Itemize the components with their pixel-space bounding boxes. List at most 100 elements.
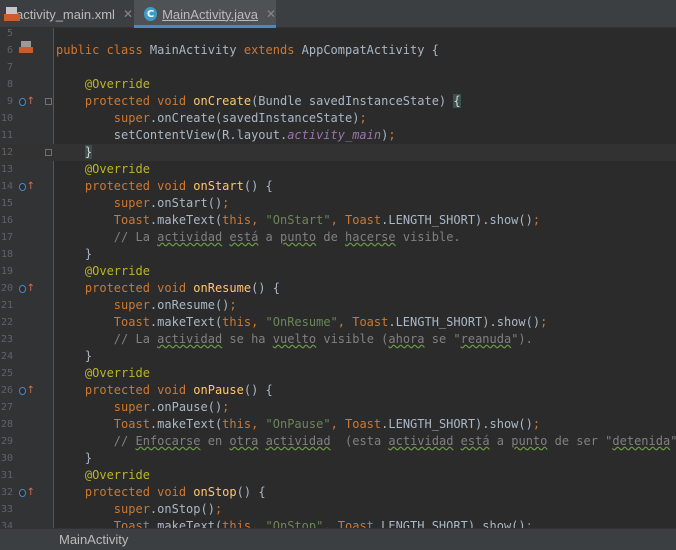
code-text: // La actividad se ha vuelto visible (ah…: [56, 332, 533, 346]
code-line[interactable]: 7: [0, 59, 676, 76]
code-text: super.onStart();: [113, 196, 230, 210]
line-number: 19: [0, 266, 13, 277]
override-method-icon[interactable]: ↑: [19, 95, 35, 109]
line-number: 31: [0, 470, 13, 481]
line-number: 24: [0, 351, 13, 362]
line-number: 34: [0, 521, 13, 528]
code-line[interactable]: 5: [0, 28, 676, 42]
code-line[interactable]: 10 super.onCreate(savedInstanceState);: [0, 110, 676, 127]
code-line[interactable]: 30 }: [0, 450, 676, 467]
line-number: 28: [0, 419, 13, 430]
code-line[interactable]: 11 setContentView(R.layout.activity_main…: [0, 127, 676, 144]
code-text: super.onResume();: [113, 298, 237, 312]
line-number: 30: [0, 453, 13, 464]
override-method-icon[interactable]: ↑: [19, 180, 35, 194]
tab-activity-main-xml[interactable]: activity_main.xml ✕: [0, 0, 133, 28]
code-line[interactable]: 19 @Override: [0, 263, 676, 280]
line-number: 9: [6, 96, 13, 107]
code-text: @Override: [84, 366, 150, 380]
code-line[interactable]: 14 ↑ protected void onStart() {: [0, 178, 676, 195]
tab-mainactivity-java[interactable]: C MainActivity.java ✕: [134, 0, 276, 28]
line-number: 14: [0, 181, 13, 192]
line-number: 10: [0, 113, 13, 124]
code-line[interactable]: 16 Toast.makeText(this, "OnStart", Toast…: [0, 212, 676, 229]
code-text: super.onCreate(savedInstanceState);: [113, 111, 367, 125]
line-number: 29: [0, 436, 13, 447]
code-text: public class MainActivity extends AppCom…: [56, 43, 439, 57]
code-line[interactable]: 17 // La actividad está a punto de hacer…: [0, 229, 676, 246]
line-number: 23: [0, 334, 13, 345]
code-text: setContentView(R.layout.activity_main);: [56, 128, 396, 142]
code-line[interactable]: 18 }: [0, 246, 676, 263]
line-number: 17: [0, 232, 13, 243]
line-number: 5: [6, 28, 13, 39]
line-number: 27: [0, 402, 13, 413]
code-line[interactable]: 23 // La actividad se ha vuelto visible …: [0, 331, 676, 348]
code-line[interactable]: 22 Toast.makeText(this, "OnResume", Toas…: [0, 314, 676, 331]
line-number: 7: [6, 62, 13, 73]
fold-toggle-icon[interactable]: [45, 98, 52, 105]
line-number: 18: [0, 249, 13, 260]
line-number: 32: [0, 487, 13, 498]
code-text: @Override: [84, 77, 150, 91]
line-number: 33: [0, 504, 13, 515]
code-line[interactable]: 34 Toast.makeText(this, "OnStop", Toast.…: [0, 518, 676, 528]
tab-label: activity_main.xml: [15, 6, 115, 22]
code-text: @Override: [84, 162, 150, 176]
code-line[interactable]: 6 public class MainActivity extends AppCo…: [0, 42, 676, 59]
code-text: }: [56, 451, 93, 465]
code-text: protected void onStart() {: [84, 179, 273, 193]
line-number: 13: [0, 164, 13, 175]
code-text: }: [84, 145, 93, 159]
code-line[interactable]: 8 @Override: [0, 76, 676, 93]
line-number: 11: [0, 130, 13, 141]
fold-toggle-icon[interactable]: [45, 149, 52, 156]
code-line[interactable]: 33 super.onStop();: [0, 501, 676, 518]
java-class-icon: C: [144, 7, 158, 21]
code-line[interactable]: 31 @Override: [0, 467, 676, 484]
code-line[interactable]: 28 Toast.makeText(this, "OnPause", Toast…: [0, 416, 676, 433]
override-method-icon[interactable]: ↑: [19, 282, 35, 296]
code-text: protected void onPause() {: [84, 383, 273, 397]
breadcrumb[interactable]: MainActivity: [59, 532, 128, 547]
code-text: }: [56, 247, 93, 261]
close-icon[interactable]: ✕: [123, 7, 133, 21]
code-text: Toast.makeText(this, "OnResume", Toast.L…: [113, 315, 548, 329]
override-method-icon[interactable]: ↑: [19, 486, 35, 500]
code-line[interactable]: 9 ↑ protected void onCreate(Bundle savedI…: [0, 93, 676, 110]
code-text: Toast.makeText(this, "OnPause", Toast.LE…: [113, 417, 541, 431]
code-line[interactable]: 27 super.onPause();: [0, 399, 676, 416]
code-line[interactable]: 32 ↑ protected void onStop() {: [0, 484, 676, 501]
code-text: @Override: [84, 468, 150, 482]
line-number: 20: [0, 283, 13, 294]
line-number: 21: [0, 300, 13, 311]
editor-tab-bar: activity_main.xml ✕ C MainActivity.java …: [0, 0, 676, 28]
line-number: 8: [6, 79, 13, 90]
code-line[interactable]: 24 }: [0, 348, 676, 365]
line-number: 12: [0, 147, 13, 158]
code-line[interactable]: 13 @Override: [0, 161, 676, 178]
tab-label: MainActivity.java: [162, 6, 258, 22]
code-text: super.onStop();: [113, 502, 223, 516]
line-number: 16: [0, 215, 13, 226]
code-text: protected void onResume() {: [84, 281, 280, 295]
line-number: 25: [0, 368, 13, 379]
status-bar: MainActivity: [0, 528, 676, 550]
override-method-icon[interactable]: ↑: [19, 384, 35, 398]
code-text: Toast.makeText(this, "OnStop", Toast.LEN…: [113, 519, 533, 528]
code-text: @Override: [84, 264, 150, 278]
code-line[interactable]: 26 ↑ protected void onPause() {: [0, 382, 676, 399]
line-number: 22: [0, 317, 13, 328]
code-text: protected void onCreate(Bundle savedInst…: [84, 94, 461, 108]
code-editor[interactable]: 5 6 public class MainActivity extends AppC…: [0, 28, 676, 528]
code-line[interactable]: 29 // Enfocarse en otra actividad (esta …: [0, 433, 676, 450]
code-line[interactable]: 15 super.onStart();: [0, 195, 676, 212]
code-line[interactable]: 25 @Override: [0, 365, 676, 382]
code-text: protected void onStop() {: [84, 485, 266, 499]
code-line[interactable]: 21 super.onResume();: [0, 297, 676, 314]
close-icon[interactable]: ✕: [266, 7, 276, 21]
code-line[interactable]: 12 }: [0, 144, 676, 161]
code-line[interactable]: 20 ↑ protected void onResume() {: [0, 280, 676, 297]
code-text: Toast.makeText(this, "OnStart", Toast.LE…: [113, 213, 541, 227]
line-number: 26: [0, 385, 13, 396]
